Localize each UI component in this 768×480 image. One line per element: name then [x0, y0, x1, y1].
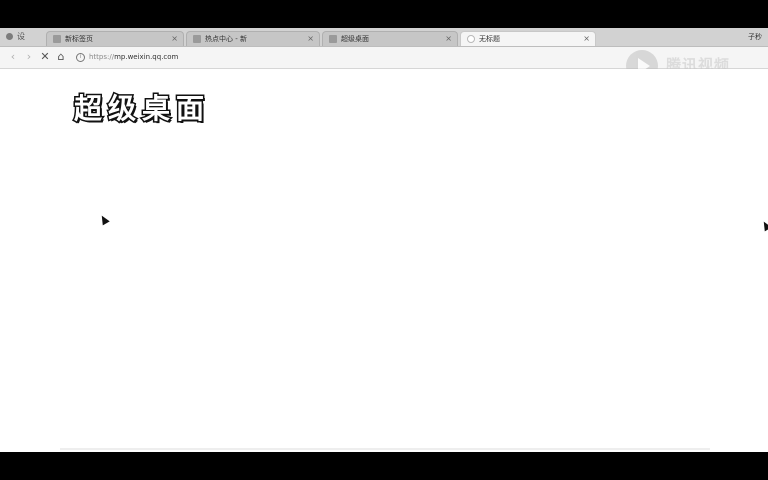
- tab-favicon-icon: [193, 35, 201, 43]
- tab-strip: 设 新标签页 × 热点中心 - 新 × 超级桌面 × 无标题 × 子秒: [0, 28, 768, 47]
- tab-close-icon[interactable]: ×: [307, 32, 314, 46]
- tab-close-icon[interactable]: ×: [583, 32, 590, 46]
- back-icon[interactable]: ‹: [6, 50, 20, 64]
- tab-favicon-icon: [329, 35, 337, 43]
- tab-super-desktop[interactable]: 超级桌面 ×: [322, 31, 458, 46]
- horizontal-scrollbar[interactable]: [60, 448, 710, 450]
- url-protocol: https://: [89, 53, 115, 61]
- tab-loading-icon: [467, 35, 475, 43]
- tab-new-tab[interactable]: 新标签页 ×: [46, 31, 184, 46]
- tab-close-icon[interactable]: ×: [171, 32, 178, 46]
- forward-icon[interactable]: ›: [22, 50, 36, 64]
- tab-label: 超级桌面: [341, 35, 369, 43]
- profile-button[interactable]: 子秒: [748, 31, 762, 43]
- mouse-cursor-icon: [98, 213, 110, 226]
- tab-label: 新标签页: [65, 35, 93, 43]
- tab-favicon-icon: [53, 35, 61, 43]
- mouse-cursor-icon: [760, 219, 768, 232]
- tab-untitled[interactable]: 无标题 ×: [460, 31, 596, 46]
- address-bar[interactable]: i https://mp.weixin.qq.com: [72, 50, 672, 64]
- stop-icon[interactable]: ✕: [38, 50, 52, 64]
- tab-label: 热点中心 - 新: [205, 35, 247, 43]
- screen: 设 新标签页 × 热点中心 - 新 × 超级桌面 × 无标题 × 子秒 ‹ › …: [0, 0, 768, 480]
- window-dot-icon[interactable]: [6, 33, 13, 40]
- home-icon[interactable]: ⌂: [54, 50, 68, 64]
- page-headline: 超级桌面: [72, 91, 211, 127]
- info-icon[interactable]: i: [76, 52, 85, 62]
- tab-close-icon[interactable]: ×: [445, 32, 452, 46]
- url-host: mp.weixin.qq.com: [114, 53, 179, 61]
- tab-hot-center[interactable]: 热点中心 - 新 ×: [186, 31, 320, 46]
- window-menu-label[interactable]: 设: [17, 32, 25, 41]
- window-controls[interactable]: 设: [6, 31, 25, 43]
- browser-window: 设 新标签页 × 热点中心 - 新 × 超级桌面 × 无标题 × 子秒 ‹ › …: [0, 28, 768, 452]
- tab-label: 无标题: [479, 35, 500, 43]
- page-content: 超级桌面: [0, 69, 768, 452]
